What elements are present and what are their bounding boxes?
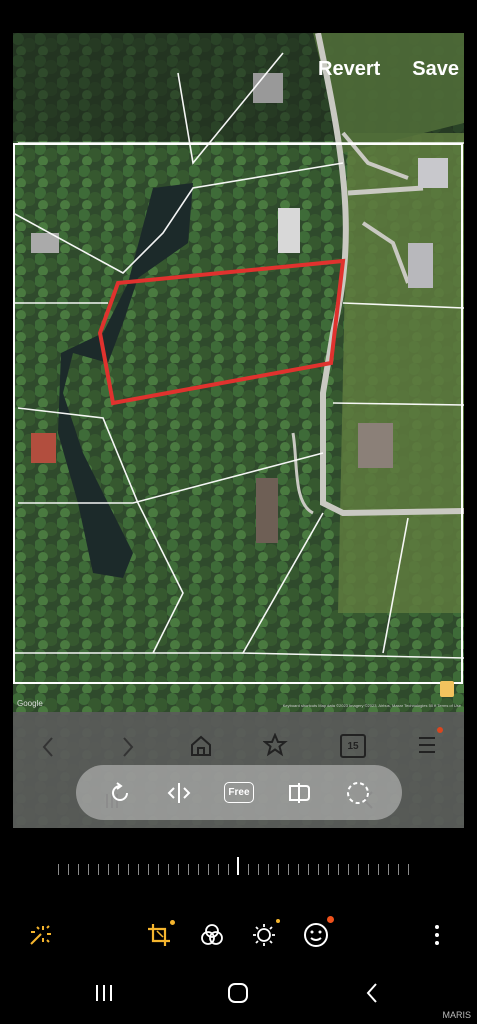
dial-tick: [348, 864, 349, 875]
more-options-icon: [435, 925, 439, 945]
rotate-button[interactable]: [103, 776, 137, 810]
perspective-button[interactable]: [282, 776, 316, 810]
sticker-button[interactable]: [300, 915, 334, 955]
dial-tick: [178, 864, 179, 875]
straighten-dial[interactable]: [58, 855, 414, 881]
home-circle-icon: [228, 983, 248, 1003]
dial-tick: [228, 864, 229, 875]
home-icon: [191, 735, 211, 756]
dial-tick: [358, 864, 359, 875]
dial-tick: [208, 864, 209, 875]
dial-tick: [288, 864, 289, 875]
dial-tick: [368, 864, 369, 875]
dial-tick: [188, 864, 189, 875]
dial-tick: [158, 864, 159, 875]
bookmark-star-icon: [263, 733, 288, 757]
dial-tick: [308, 864, 309, 875]
lasso-button[interactable]: [341, 776, 375, 810]
dial-tick: [128, 864, 129, 875]
tabs-count: 15: [340, 734, 366, 758]
dial-tick: [138, 864, 139, 875]
dial-tick: [268, 864, 269, 875]
sticker-icon: [304, 923, 328, 947]
watermark: MARIS: [442, 1010, 471, 1020]
home-button[interactable]: [218, 970, 258, 1016]
dial-tick: [98, 864, 99, 875]
dial-tick: [218, 864, 219, 875]
aerial-map-image: [13, 33, 464, 828]
dial-center-marker: [237, 857, 239, 875]
dial-tick: [388, 864, 389, 875]
recent-apps-button[interactable]: [84, 970, 124, 1016]
dial-tick: [408, 864, 409, 875]
auto-enhance-icon: [30, 925, 51, 945]
dial-tick: [398, 864, 399, 875]
notification-dot: [437, 727, 443, 733]
aspect-ratio-button[interactable]: Free: [222, 776, 256, 810]
rotate-icon: [111, 781, 128, 801]
dial-tick: [258, 864, 259, 875]
system-navigation-bar: MARIS: [0, 970, 477, 1024]
dial-tick: [198, 864, 199, 875]
photo-canvas[interactable]: [13, 33, 464, 828]
street-view-pegman-icon: [440, 681, 454, 697]
aspect-ratio-label: Free: [224, 782, 254, 803]
dial-tick: [78, 864, 79, 875]
crop-icon: [148, 924, 170, 946]
filters-button[interactable]: [196, 915, 228, 955]
dial-tick: [88, 864, 89, 875]
perspective-icon: [288, 782, 310, 803]
brightness-button[interactable]: [248, 915, 280, 955]
forward-chevron-icon: [123, 737, 134, 757]
recent-apps-icon: [96, 985, 112, 1001]
dial-tick: [148, 864, 149, 875]
flip-horizontal-icon: [167, 782, 191, 803]
back-icon: [366, 983, 377, 1003]
editor-toolbar: [0, 915, 477, 955]
dial-tick: [108, 864, 109, 875]
map-attribution: Keyboard shortcuts Map data ©2023 Imager…: [282, 703, 461, 708]
dial-tick: [278, 864, 279, 875]
dial-tick: [338, 864, 339, 875]
crop-tools-bar: Free: [76, 765, 402, 820]
dial-tick: [318, 864, 319, 875]
dial-tick: [58, 864, 59, 875]
revert-button[interactable]: Revert: [318, 58, 380, 81]
more-options-button[interactable]: [421, 915, 453, 955]
save-button[interactable]: Save: [412, 58, 459, 81]
dial-tick: [118, 864, 119, 875]
crop-tool-button[interactable]: [143, 915, 175, 955]
dial-tick: [68, 864, 69, 875]
map-credit: Google: [17, 699, 43, 708]
lasso-icon: [347, 781, 370, 804]
flip-button[interactable]: [162, 776, 196, 810]
brightness-indicator-dot: [276, 919, 280, 923]
brightness-icon: [253, 924, 275, 946]
filters-icon: [201, 924, 223, 945]
notification-dot: [327, 916, 334, 923]
dial-tick: [378, 864, 379, 875]
back-chevron-icon: [42, 737, 53, 757]
menu-icon: [419, 737, 435, 753]
active-indicator-dot: [170, 920, 175, 925]
dial-tick: [328, 864, 329, 875]
auto-enhance-button[interactable]: [24, 915, 56, 955]
dial-tick: [248, 864, 249, 875]
header-actions: Revert Save: [318, 58, 477, 81]
dial-tick: [168, 864, 169, 875]
back-button[interactable]: [352, 970, 392, 1016]
dial-tick: [298, 864, 299, 875]
